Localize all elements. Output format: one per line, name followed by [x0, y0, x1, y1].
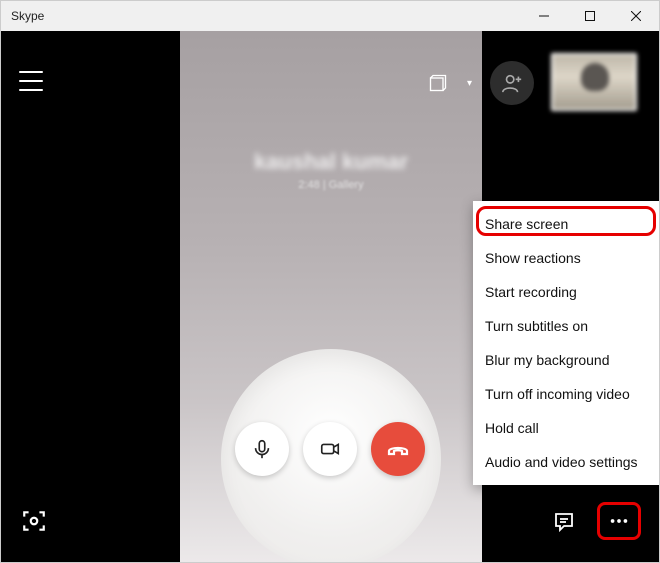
view-layout-icon[interactable] — [427, 72, 449, 94]
title-bar: Skype — [1, 1, 659, 31]
window-buttons — [521, 1, 659, 31]
camera-icon — [319, 438, 341, 460]
maximize-button[interactable] — [567, 1, 613, 31]
peer-name: kaushal kumar — [180, 149, 482, 175]
end-call-button[interactable] — [371, 422, 425, 476]
menu-toggle-icon[interactable] — [19, 71, 43, 91]
snapshot-icon — [21, 508, 47, 534]
call-subline: 2:48 | Gallery — [180, 179, 482, 191]
chevron-down-icon[interactable]: ▾ — [467, 78, 472, 89]
mute-button[interactable] — [235, 422, 289, 476]
left-empty — [1, 31, 180, 562]
ellipsis-icon — [608, 510, 630, 532]
menu-start-recording[interactable]: Start recording — [473, 275, 659, 309]
chat-icon — [552, 509, 576, 533]
hangup-icon — [386, 437, 410, 461]
open-conversation-button[interactable] — [549, 506, 579, 536]
camera-button[interactable] — [303, 422, 357, 476]
menu-show-reactions[interactable]: Show reactions — [473, 241, 659, 275]
menu-blur-background[interactable]: Blur my background — [473, 343, 659, 377]
more-options-menu: Share screen Show reactions Start record… — [473, 201, 659, 485]
remote-video: kaushal kumar 2:48 | Gallery — [180, 31, 482, 562]
snapshot-button[interactable] — [19, 506, 49, 536]
menu-av-settings[interactable]: Audio and video settings — [473, 445, 659, 479]
menu-turn-subtitles-on[interactable]: Turn subtitles on — [473, 309, 659, 343]
call-area: kaushal kumar 2:48 | Gallery ▾ — [1, 31, 659, 562]
menu-share-screen[interactable]: Share screen — [473, 207, 659, 241]
add-participant-button[interactable] — [490, 61, 534, 105]
more-button-highlight — [597, 502, 641, 540]
more-options-button[interactable] — [604, 506, 634, 536]
window-title: Skype — [11, 9, 44, 23]
minimize-button[interactable] — [521, 1, 567, 31]
top-call-icons: ▾ — [427, 61, 534, 105]
bottom-right-controls — [549, 502, 641, 540]
self-preview[interactable] — [551, 53, 637, 111]
menu-hold-call[interactable]: Hold call — [473, 411, 659, 445]
menu-turn-off-incoming[interactable]: Turn off incoming video — [473, 377, 659, 411]
call-controls — [235, 422, 425, 476]
microphone-icon — [251, 438, 273, 460]
close-button[interactable] — [613, 1, 659, 31]
